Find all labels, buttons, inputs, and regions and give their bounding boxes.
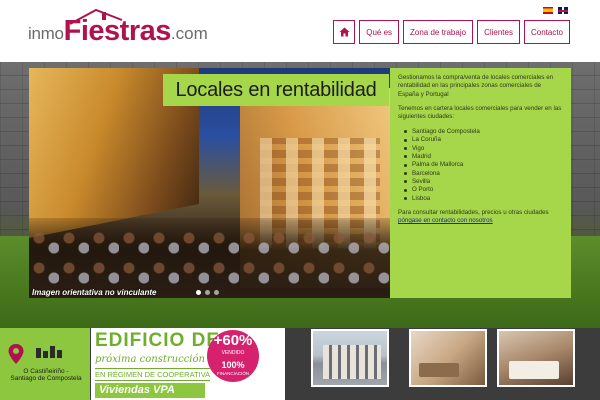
crowd-people [29,228,390,288]
logo-prefix: inmo [28,24,64,43]
site-header: inmo Fiestras .com Qué es Zona de trabaj… [0,0,600,62]
city-item: Barcelona [404,170,563,178]
info-contact-text: Para consultar rentabilidades, precios u… [398,209,563,226]
slider-dot-2[interactable] [205,290,210,295]
badge-percent: +60% [213,332,253,349]
promo-line-3: EN RÉGIMEN DE COOPERATIVA [95,368,211,381]
badge-label: VENDIDO [221,350,245,356]
city-item: Madrid [404,153,563,161]
nav-contacto[interactable]: Contacto [523,20,570,44]
hero-caption: Imagen orientativa no vinculante [32,288,157,297]
slider-dot-1[interactable] [196,290,201,295]
city-item: Santiago de Compostela [404,128,563,136]
sofa [419,363,459,377]
en-flag-icon[interactable] [558,7,568,14]
site-logo[interactable]: inmo Fiestras .com [28,6,208,46]
nav-zona-de-trabajo[interactable]: Zona de trabajo [403,20,474,44]
city-item: Palma de Mallorca [404,161,563,169]
main-nav: Qué es Zona de trabajo Clientes Contacto [333,20,570,44]
city-list: Santiago de Compostela La Coruña Vigo Ma… [404,128,563,203]
city-item: La Coruña [404,136,563,144]
location-pin-icon [8,344,24,364]
nav-home-button[interactable] [333,20,356,44]
es-flag-icon[interactable] [543,7,553,14]
slider-dot-3[interactable] [214,290,219,295]
nav-clientes[interactable]: Clientes [477,20,520,44]
slider-dots [196,290,219,295]
city-item: Sevilla [404,178,563,186]
promo-line-2: próxima construcción [95,354,205,365]
cooperative-logo-icon [36,346,62,358]
hero-title-banner: Locales en rentabilidad [163,74,389,106]
promo-line-1: EDIFICIO DE [95,330,221,351]
info-panel: Gestionamos la compra/venta de locales c… [390,68,571,298]
contact-link[interactable]: póngase en contacto con nosotros [398,217,493,224]
logo-suffix: .com [170,24,208,43]
info-intro: Gestionamos la compra/venta de locales c… [398,74,554,98]
thumbnail-bedroom[interactable] [497,329,575,387]
info-cities-intro: Tenemos en cartera locales comerciales p… [398,105,562,121]
nav-que-es[interactable]: Qué es [359,20,400,44]
location-text: O Castiñeiriño - Santiago de Compostela [10,368,82,383]
info-contact-prompt: Para consultar rentabilidades, precios u… [398,209,549,217]
location-box[interactable] [0,328,90,400]
city-item: Vigo [404,145,563,153]
city-item: Lisboa [404,195,563,203]
thumbnail-living-room[interactable] [409,329,487,387]
thumbnail-building-exterior[interactable] [311,329,389,387]
badge-label-2: FINANCIACIÓN [216,371,250,376]
hero-title: Locales en rentabilidad [175,78,377,101]
building-facade [323,345,381,379]
sales-badge: +60% VENDIDO 100% FINANCIACIÓN [207,330,259,398]
logo-main: Fiestras [63,15,172,47]
city-item: O Porto [404,186,563,194]
home-icon [339,27,350,37]
promo-line-4: Viviendas VPA [95,383,205,398]
bed [509,361,559,379]
language-switcher [543,7,568,14]
badge-percent-2: 100% [221,360,245,370]
